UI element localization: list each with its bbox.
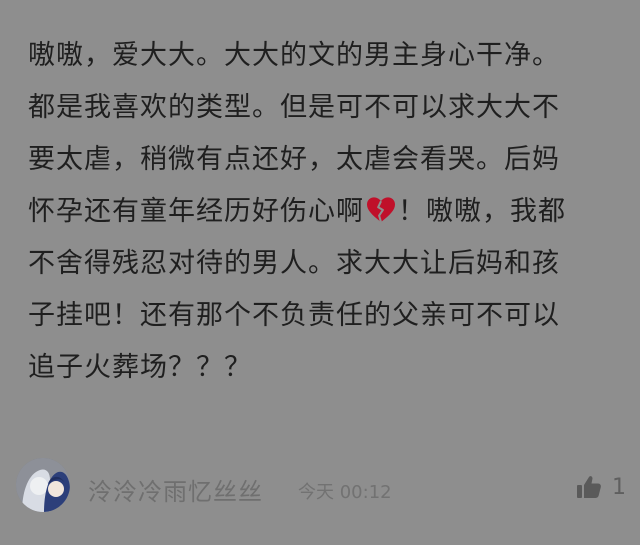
comment-line: 追子火葬场？？？ bbox=[28, 352, 252, 383]
comment-line-with-emoji: 怀孕还有童年经历好伤心啊 ！嗷嗷，我都 bbox=[28, 186, 618, 238]
comment-line: 不舍得残忍对待的男人。求大大让后妈和孩 bbox=[28, 248, 560, 279]
avatar-anime-icon bbox=[16, 458, 70, 512]
comment-line: 都是我喜欢的类型。但是可不可以求大大不 bbox=[28, 92, 560, 123]
comment-footer: 泠泠冷雨忆丝丝 今天 00:12 1 bbox=[16, 458, 626, 518]
comment-line-part: ！嗷嗷，我都 bbox=[398, 196, 566, 227]
username-link[interactable]: 泠泠冷雨忆丝丝 bbox=[88, 472, 263, 507]
like-button[interactable]: 1 bbox=[576, 472, 626, 502]
comment-line: 嗷嗷，爱大大。大大的文的男主身心干净。 bbox=[28, 40, 560, 71]
comment-text: 嗷嗷，爱大大。大大的文的男主身心干净。 都是我喜欢的类型。但是可不可以求大大不 … bbox=[28, 30, 618, 394]
like-count: 1 bbox=[612, 474, 626, 500]
comment-line: 子挂吧！还有那个不负责任的父亲可不可以 bbox=[28, 300, 560, 331]
comment-line: 要太虐，稍微有点还好，太虐会看哭。后妈 bbox=[28, 144, 560, 175]
avatar[interactable] bbox=[16, 458, 70, 512]
comment-card: 嗷嗷，爱大大。大大的文的男主身心干净。 都是我喜欢的类型。但是可不可以求大大不 … bbox=[0, 0, 640, 545]
comment-line-part: 怀孕还有童年经历好伤心啊 bbox=[28, 196, 364, 227]
thumbs-up-icon bbox=[577, 476, 601, 498]
broken-heart-icon bbox=[367, 197, 395, 223]
comment-timestamp: 今天 00:12 bbox=[298, 482, 392, 503]
